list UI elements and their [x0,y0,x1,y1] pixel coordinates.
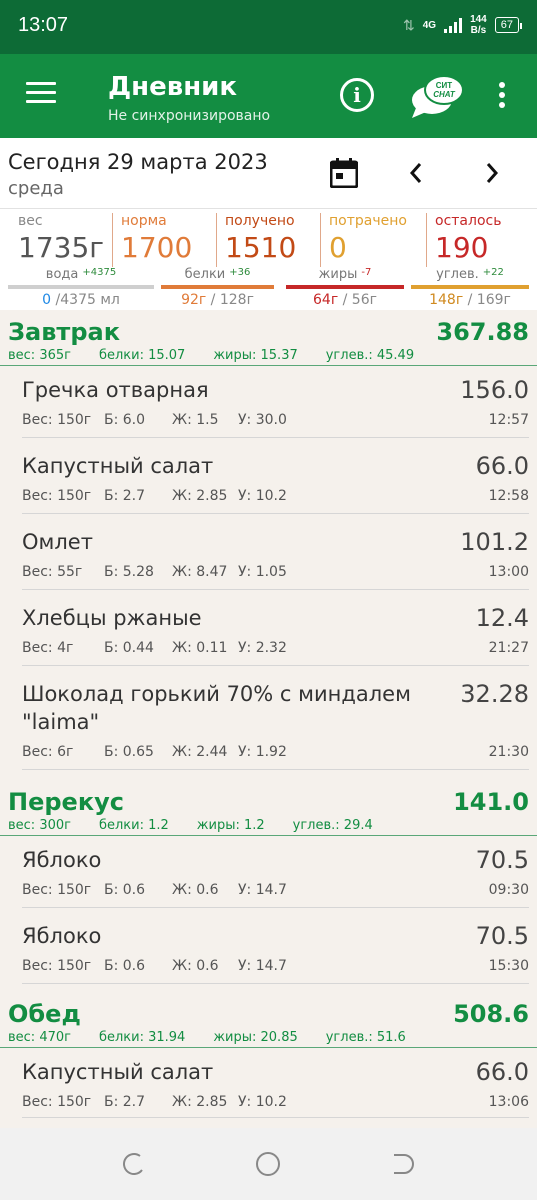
food-item[interactable]: Омлет 101.2 Вес: 55г Б: 5.28 Ж: 8.47 У: 1.0… [22,520,529,590]
battery-icon: 67 [494,17,523,33]
received-stat: получено 1510 [216,213,318,267]
fat-macro: жиры -7 64г / 56г [286,267,404,308]
left-stat: осталось 190 [426,213,532,267]
more-options-icon[interactable] [499,82,507,112]
daily-summary: вес 1735г норма 1700 получено 1510 потра… [0,208,537,310]
carbs-macro: углев. +22 148г / 169г [411,267,529,308]
carbs-bar [411,285,529,289]
section-breakfast[interactable]: Завтрак 367.88 вес: 365г белки: 15.07 жиры… [0,316,537,366]
food-item[interactable]: Шоколад горький 70% с миндалем "laima" 3… [22,672,529,770]
current-date: Сегодня 29 марта 2023 [8,150,268,174]
status-bar: 13:07 ⇅ 4G 144 B/s 67 [0,0,537,54]
food-item[interactable]: Хлебцы ржаные 12.4 Вес: 4г Б: 0.44 Ж: 0.11… [22,596,529,666]
food-item[interactable]: Яблоко 70.5 Вес: 150г Б: 0.6 Ж: 0.6 У: 14.7… [22,838,529,908]
chat-badge-top: СИТ [436,81,453,90]
fat-bar [286,285,404,289]
home-icon[interactable] [254,1150,282,1178]
status-time: 13:07 [18,14,69,36]
norm-stat: норма 1700 [112,213,214,267]
data-arrows-icon: ⇅ [402,16,415,33]
sync-status: Не синхронизировано [108,108,271,124]
food-item[interactable]: Капустный салат 66.0 Вес: 150г Б: 2.7 Ж: 2… [22,1050,529,1118]
calendar-icon[interactable] [330,158,358,188]
water-macro: вода +4375 0 /4375 мл [8,267,154,308]
recents-icon[interactable] [120,1150,148,1178]
protein-macro: белки +36 92г / 128г [161,267,274,308]
weight-stat: вес 1735г [18,213,104,264]
protein-bar [161,285,274,289]
info-icon[interactable]: i [340,78,374,112]
chat-badge-bottom: CHAT [433,90,456,99]
section-snack[interactable]: Перекус 141.0 вес: 300г белки: 1.2 жиры: 1… [0,786,537,836]
net-speed: 144 B/s [470,14,487,36]
date-bar: Сегодня 29 марта 2023 среда [0,138,537,208]
food-item[interactable]: Гречка отварная 156.0 Вес: 150г Б: 6.0 Ж: … [22,368,529,438]
signal-icon [444,17,463,33]
system-nav-bar [0,1128,537,1200]
water-bar [8,285,154,289]
hamburger-menu-icon[interactable] [26,82,56,106]
food-item[interactable]: Капустный салат 66.0 Вес: 150г Б: 2.7 Ж: 2… [22,444,529,514]
app-bar: Дневник Не синхронизировано i СИТ CHAT [0,54,537,138]
page-title: Дневник [108,72,238,102]
network-type: 4G [422,19,437,31]
status-icons: ⇅ 4G 144 B/s 67 [402,14,523,36]
weekday: среда [8,178,64,199]
spent-stat: потрачено 0 [320,213,424,267]
section-lunch[interactable]: Обед 508.6 вес: 470г белки: 31.94 жиры: 20… [0,998,537,1048]
food-item[interactable]: Яблоко 70.5 Вес: 150г Б: 0.6 Ж: 0.6 У: 14.7… [22,914,529,984]
chat-icon[interactable]: СИТ CHAT [410,74,464,118]
back-icon[interactable] [388,1150,416,1178]
prev-day-icon[interactable] [408,162,424,184]
next-day-icon[interactable] [484,162,500,184]
